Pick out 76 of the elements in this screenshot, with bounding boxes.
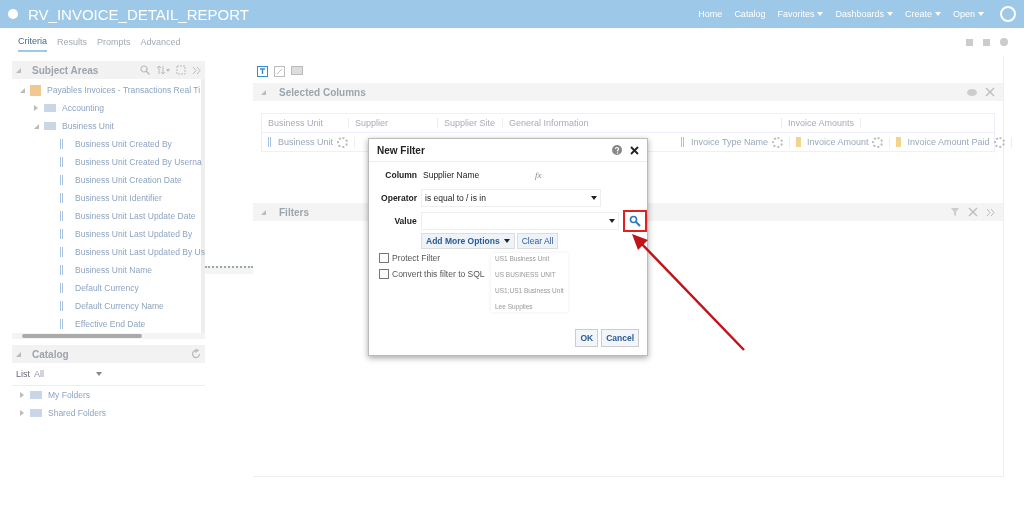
column-chip[interactable]: Invoice Type Name [675, 136, 790, 148]
panel-title: Subject Areas [32, 64, 99, 76]
nav-link[interactable]: Home [698, 9, 723, 19]
list-label: List [16, 369, 30, 379]
column-group-label: Business Unit [262, 118, 349, 128]
search-icon [629, 214, 642, 227]
dialog-title: New Filter [377, 144, 425, 156]
scrollbar[interactable] [12, 333, 205, 339]
field-label: Value [393, 215, 417, 226]
folder-item[interactable]: Shared Folders [12, 404, 205, 422]
tree-item[interactable]: Business Unit [12, 117, 201, 135]
tree-item[interactable]: Business Unit Identifier [12, 189, 201, 207]
ok-button[interactable]: OK [575, 329, 599, 347]
nav-link[interactable]: Create [904, 9, 941, 19]
column-chip[interactable]: Invoice Amount Paid [890, 136, 1012, 148]
user-icon[interactable] [1000, 6, 1016, 22]
collapse-triangle-icon[interactable] [16, 67, 21, 73]
sort-icon[interactable] [156, 65, 170, 75]
operator-dropdown[interactable]: is equal to / is in [421, 188, 601, 207]
collapse-triangle-icon[interactable] [261, 89, 266, 95]
tree-item[interactable]: Default Currency [12, 279, 201, 297]
section-title: Selected Columns [279, 86, 366, 98]
column-group-label: Supplier [349, 118, 438, 128]
checkbox-option[interactable]: Protect Filter [379, 253, 487, 263]
panel-title: Catalog [32, 348, 69, 360]
tab[interactable]: Prompts [97, 33, 131, 51]
list-dropdown[interactable]: All [34, 369, 102, 379]
tree-item[interactable]: Business Unit Last Updated By [12, 225, 201, 243]
tab[interactable]: Results [57, 33, 88, 51]
value-field[interactable] [420, 211, 620, 230]
tab[interactable]: Advanced [140, 33, 181, 51]
cancel-button[interactable]: Cancel [601, 329, 639, 347]
tree-item[interactable]: Business Unit Created By Userna [12, 153, 201, 171]
nav-link[interactable]: Dashboards [835, 9, 893, 19]
logo-icon [8, 9, 18, 19]
edit-icon[interactable] [274, 66, 285, 77]
section-title: Filters [279, 206, 309, 218]
field-label: Operator [380, 192, 417, 203]
tree-item[interactable]: Business Unit Creation Date [12, 171, 201, 189]
tree-item[interactable]: Business Unit Created By [12, 135, 201, 153]
tree-item[interactable]: Business Unit Name [12, 261, 201, 279]
tab[interactable]: Criteria [18, 32, 47, 52]
eye-icon[interactable] [967, 88, 977, 96]
window-title: RV_INVOICE_DETAIL_REPORT [28, 5, 249, 23]
refresh-icon[interactable] [191, 349, 201, 359]
clear-all-button[interactable]: Clear All [516, 233, 559, 249]
folder-item[interactable]: My Folders [12, 386, 205, 404]
collapse-triangle-icon[interactable] [261, 209, 266, 215]
tree-item[interactable]: Effective End Date [12, 315, 201, 333]
collapse-triangle-icon[interactable] [16, 351, 21, 357]
nav-link[interactable]: Favorites [777, 9, 824, 19]
nav-link[interactable]: Open [952, 9, 984, 19]
nav-link[interactable]: Catalog [734, 9, 766, 19]
column-chip[interactable]: Invoice Amount [789, 136, 891, 148]
formula-button[interactable]: fx [535, 169, 542, 180]
checkbox-option[interactable]: Convert this filter to SQL [379, 269, 487, 279]
tree-item[interactable]: Payables Invoices - Transactions Real Ti [12, 81, 201, 99]
search-button[interactable] [623, 209, 647, 232]
collapse-icon[interactable] [986, 207, 995, 217]
tree-item[interactable]: Business Unit Last Update Date [12, 207, 201, 225]
splitter-handle[interactable] [205, 266, 253, 274]
column-group-label: General Information [503, 118, 782, 128]
collapse-icon[interactable] [192, 65, 201, 75]
close-icon[interactable] [630, 145, 639, 155]
column-field: Supplier Name [421, 169, 531, 180]
filter-icon[interactable] [257, 66, 268, 77]
tree-item[interactable]: Default Currency Name [12, 297, 201, 315]
column-group-label: Supplier Site [438, 118, 503, 128]
add-more-options-button[interactable]: Add More Options [421, 233, 515, 249]
clear-icon[interactable] [968, 207, 978, 217]
field-label: Column [384, 169, 417, 180]
tree-item[interactable]: Accounting [12, 99, 201, 117]
search-icon[interactable] [140, 65, 150, 75]
column-chip[interactable]: Business Unit [262, 136, 356, 148]
clear-icon[interactable] [985, 87, 995, 97]
column-group-label: Invoice Amounts [782, 118, 862, 128]
